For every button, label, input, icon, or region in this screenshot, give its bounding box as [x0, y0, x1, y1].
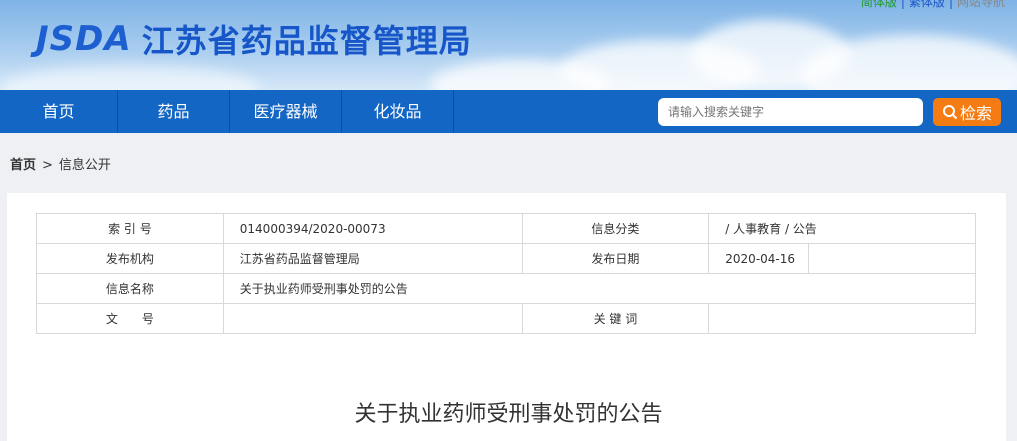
table-row: 文 号 关 键 词: [36, 303, 976, 334]
header-banner: JSDA 江苏省药品监督管理局 简体版 | 繁体版 | 网站导航: [0, 0, 1017, 90]
category-label: 信息分类: [521, 213, 710, 244]
search-button[interactable]: 检索: [933, 98, 1001, 126]
keywords-value: [708, 303, 976, 334]
breadcrumb-home[interactable]: 首页: [10, 158, 36, 173]
breadcrumb-current[interactable]: 信息公开: [59, 158, 111, 173]
search-input[interactable]: [658, 98, 923, 126]
breadcrumb: 首页 > 信息公开: [10, 154, 111, 173]
link-site-nav[interactable]: 网站导航: [957, 0, 1005, 9]
empty-cell: [808, 243, 976, 274]
date-value: 2020-04-16: [708, 243, 810, 274]
date-label: 发布日期: [521, 243, 710, 274]
site-logo[interactable]: JSDA 江苏省药品监督管理局: [36, 16, 472, 62]
name-label: 信息名称: [36, 273, 224, 304]
index-label: 索 引 号: [36, 213, 224, 244]
table-row: 索 引 号 014000394/2020-00073 信息分类 / 人事教育 /…: [36, 213, 976, 244]
meta-table: 索 引 号 014000394/2020-00073 信息分类 / 人事教育 /…: [36, 213, 977, 334]
table-row: 发布机构 江苏省药品监督管理局 发布日期 2020-04-16: [36, 243, 976, 274]
logo-text-en: JSDA: [36, 19, 132, 59]
nav-item-home[interactable]: 首页: [0, 90, 118, 133]
docno-label: 文 号: [36, 303, 224, 334]
logo-text-cn: 江苏省药品监督管理局: [141, 22, 472, 60]
nav-item-drugs[interactable]: 药品: [118, 90, 230, 133]
nav-item-cosmetics[interactable]: 化妆品: [342, 90, 454, 133]
link-traditional[interactable]: 繁体版: [909, 0, 945, 9]
article-title: 关于执业药师受刑事处罚的公告: [354, 402, 663, 427]
docno-value: [222, 303, 523, 334]
name-value: 关于执业药师受刑事处罚的公告: [222, 273, 977, 304]
top-links: 简体版 | 繁体版 | 网站导航: [861, 0, 1005, 10]
search-icon: [942, 105, 958, 120]
breadcrumb-separator: >: [42, 158, 53, 173]
index-value: 014000394/2020-00073: [222, 213, 523, 244]
nav-item-medical-devices[interactable]: 医疗器械: [230, 90, 342, 133]
search-button-label: 检索: [959, 104, 992, 123]
publisher-label: 发布机构: [36, 243, 224, 274]
link-simplified[interactable]: 简体版: [861, 0, 897, 9]
keywords-label: 关 键 词: [521, 303, 710, 334]
category-value: / 人事教育 / 公告: [708, 213, 976, 244]
table-row: 信息名称 关于执业药师受刑事处罚的公告: [36, 273, 977, 304]
publisher-value: 江苏省药品监督管理局: [222, 243, 523, 274]
